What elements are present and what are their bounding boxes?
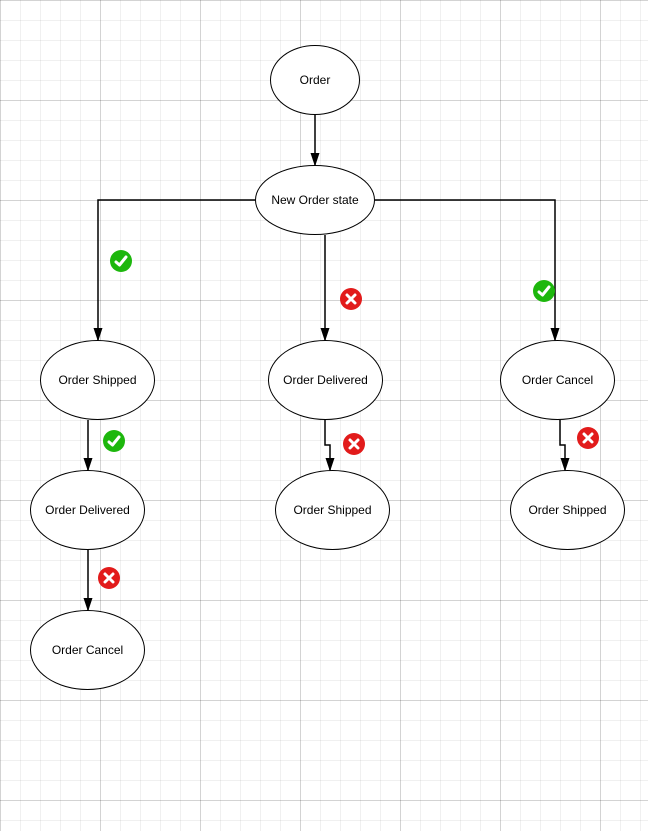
node-order-shipped-left-label: Order Shipped bbox=[58, 373, 136, 387]
node-order-shipped-right[interactable]: Order Shipped bbox=[510, 470, 625, 550]
node-order-cancel-right-label: Order Cancel bbox=[522, 373, 593, 387]
node-new-order-state[interactable]: New Order state bbox=[255, 165, 375, 235]
node-order-cancel-left[interactable]: Order Cancel bbox=[30, 610, 145, 690]
node-order-shipped-mid[interactable]: Order Shipped bbox=[275, 470, 390, 550]
cross-icon bbox=[340, 288, 362, 310]
node-order-delivered-mid[interactable]: Order Delivered bbox=[268, 340, 383, 420]
node-order-delivered-mid-label: Order Delivered bbox=[283, 373, 368, 387]
check-icon bbox=[110, 250, 132, 272]
node-order-delivered-left[interactable]: Order Delivered bbox=[30, 470, 145, 550]
node-new-order-state-label: New Order state bbox=[271, 193, 358, 207]
cross-icon bbox=[577, 427, 599, 449]
cross-icon bbox=[98, 567, 120, 589]
diagram-canvas: Order New Order state Order Shipped Orde… bbox=[0, 0, 648, 831]
node-order-delivered-left-label: Order Delivered bbox=[45, 503, 130, 517]
node-order-label: Order bbox=[300, 73, 331, 87]
node-order[interactable]: Order bbox=[270, 45, 360, 115]
node-order-cancel-right[interactable]: Order Cancel bbox=[500, 340, 615, 420]
node-order-shipped-left[interactable]: Order Shipped bbox=[40, 340, 155, 420]
cross-icon bbox=[343, 433, 365, 455]
node-order-cancel-left-label: Order Cancel bbox=[52, 643, 123, 657]
check-icon bbox=[103, 430, 125, 452]
node-order-shipped-right-label: Order Shipped bbox=[528, 503, 606, 517]
node-order-shipped-mid-label: Order Shipped bbox=[293, 503, 371, 517]
check-icon bbox=[533, 280, 555, 302]
